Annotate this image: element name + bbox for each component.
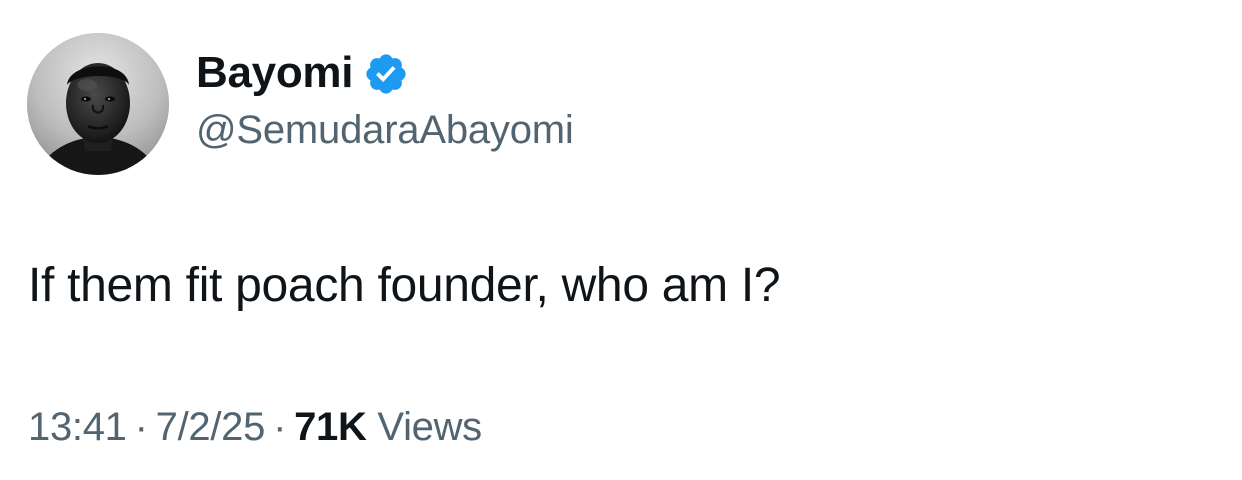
tweet-time: 13:41 <box>28 405 127 449</box>
views-label: Views <box>377 405 482 449</box>
user-avatar-icon <box>27 33 169 175</box>
tweet-card: Bayomi @SemudaraAbayomi If them fit poac… <box>0 0 1242 480</box>
name-row: Bayomi <box>196 46 574 100</box>
views-count: 71K <box>294 405 367 449</box>
tweet-time-link[interactable]: 13:41 · 7/2/25 <box>28 405 265 449</box>
verified-badge-icon[interactable] <box>363 51 409 97</box>
views-link[interactable]: 71K Views <box>294 405 482 449</box>
meta-separator: · <box>134 405 148 449</box>
tweet-date: 7/2/25 <box>155 405 266 449</box>
author-avatar[interactable] <box>27 33 169 175</box>
author-handle[interactable]: @SemudaraAbayomi <box>196 108 574 153</box>
tweet-meta: 13:41 · 7/2/25 · 71K Views <box>28 405 482 450</box>
author-display-name[interactable]: Bayomi <box>196 48 353 98</box>
author-info: Bayomi @SemudaraAbayomi <box>196 46 574 153</box>
tweet-text: If them fit poach founder, who am I? <box>28 259 781 312</box>
meta-separator: · <box>273 405 287 449</box>
